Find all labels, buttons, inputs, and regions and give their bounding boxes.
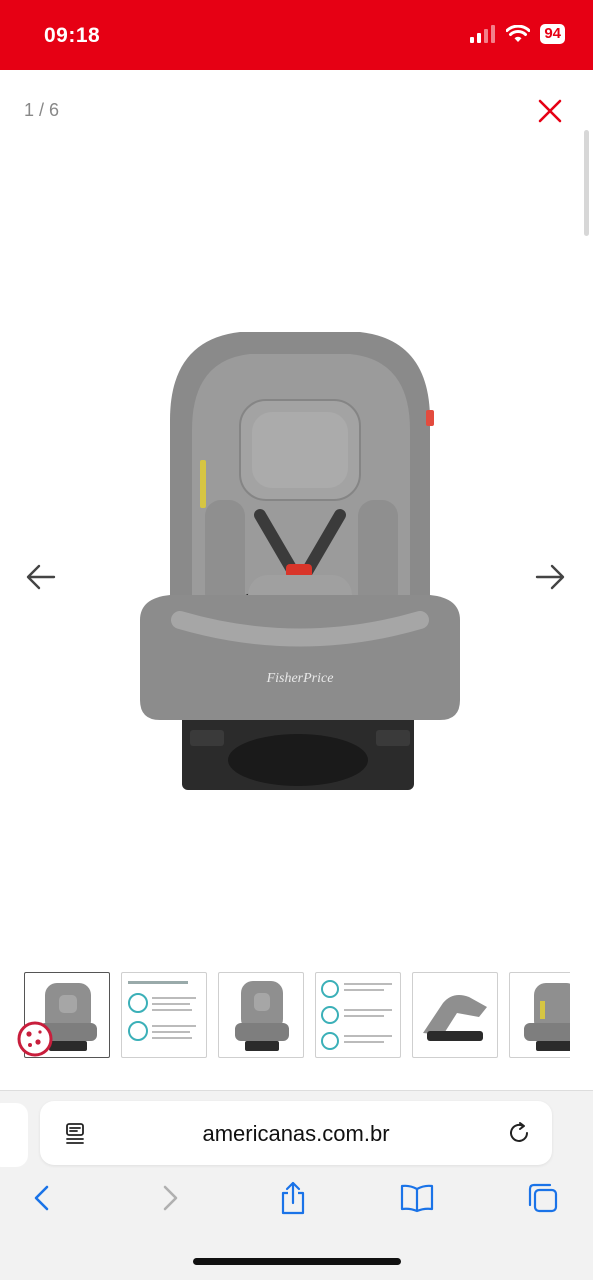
bookmarks-icon (400, 1184, 434, 1213)
product-image: FisherPrice (140, 332, 460, 790)
url-text: americanas.com.br (202, 1121, 390, 1146)
thumbnail-seat-reclined-icon (423, 995, 487, 1041)
home-indicator (193, 1258, 401, 1265)
address-bar[interactable]: americanas.com.br (40, 1101, 552, 1165)
thumbnail-2[interactable] (121, 972, 207, 1058)
previous-image-arrow-icon[interactable] (24, 560, 58, 594)
battery-level: 94 (540, 24, 565, 44)
tabs-icon (528, 1183, 558, 1213)
cookie-icon[interactable] (16, 1020, 54, 1058)
tabs-button[interactable] (523, 1178, 563, 1218)
image-counter: 1 / 6 (24, 100, 60, 120)
brand-logo-text: FisherPrice (266, 671, 334, 686)
thumbnail-5[interactable] (412, 972, 498, 1058)
status-icons: 94 (470, 24, 565, 44)
thumbnail-strip (22, 970, 570, 1060)
image-viewer: 1 / 6 FisherPrice (0, 70, 593, 1090)
thumbnail-infographic-icon (128, 981, 196, 1041)
share-button[interactable] (273, 1178, 313, 1218)
status-time: 09:18 (44, 24, 101, 47)
thumbnail-features-icon (321, 980, 392, 1050)
reload-icon[interactable] (506, 1120, 532, 1146)
close-icon[interactable] (535, 96, 565, 126)
back-icon (34, 1185, 49, 1211)
status-bar: 09:18 94 (0, 0, 593, 70)
thumbnail-3[interactable] (218, 972, 304, 1058)
share-icon (281, 1181, 305, 1215)
thumbnail-seat-angle-icon (524, 983, 570, 1051)
signal-icon (470, 25, 496, 43)
forward-button[interactable] (150, 1178, 190, 1218)
previous-tab-preview[interactable] (0, 1103, 28, 1167)
thumbnail-4[interactable] (315, 972, 401, 1058)
forward-icon (163, 1185, 178, 1211)
back-button[interactable] (22, 1178, 62, 1218)
wifi-icon (506, 25, 531, 42)
thumbnail-seat-front-alt-icon (235, 981, 289, 1051)
bookmarks-button[interactable] (397, 1178, 437, 1218)
thumbnail-6[interactable] (509, 972, 570, 1058)
next-image-arrow-icon[interactable] (533, 560, 567, 594)
scroll-indicator[interactable] (584, 130, 589, 236)
